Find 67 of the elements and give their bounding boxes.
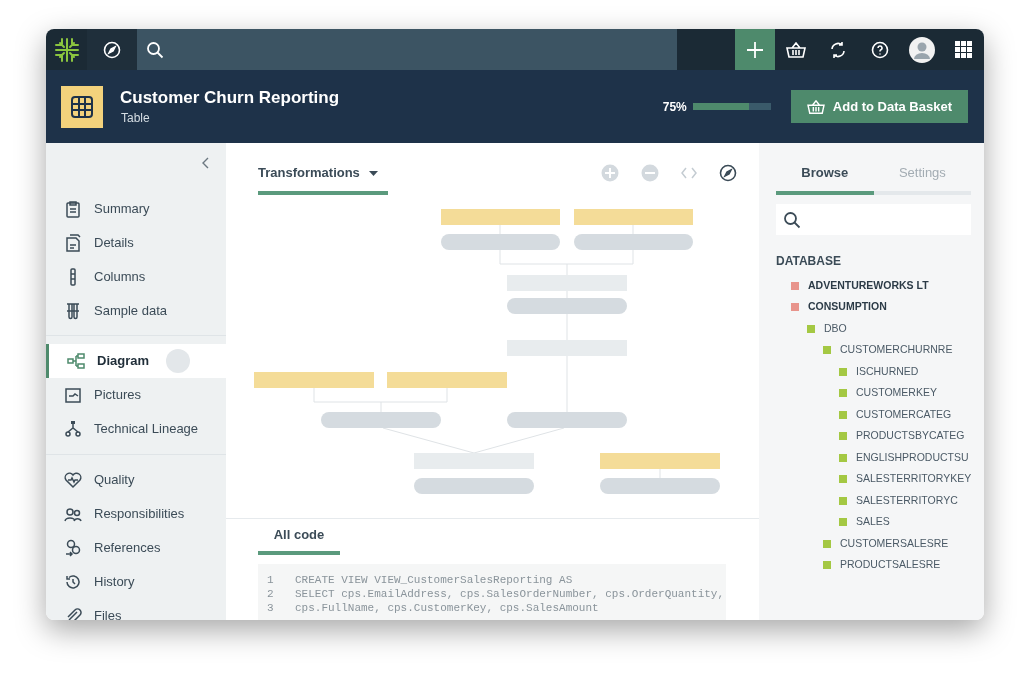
sidebar-item[interactable]: History (46, 565, 226, 599)
page-title: Customer Churn Reporting (120, 86, 340, 109)
collapse-chevron-icon[interactable] (202, 157, 210, 169)
completeness-value: 75% (662, 98, 687, 116)
sidebar-item[interactable]: Quality (46, 463, 226, 497)
section-heading: DATABASE (776, 253, 842, 269)
people-icon (64, 505, 82, 523)
sidebar-item[interactable]: Diagram (46, 344, 226, 378)
tree-item[interactable]: ADVENTUREWORKS LT (776, 275, 972, 297)
tree-item[interactable]: ENGLISHPRODUCTSU (776, 447, 972, 469)
line-number: 1 (267, 573, 275, 587)
caret-icon (368, 170, 378, 176)
document-icon (64, 234, 82, 252)
tree-item[interactable]: CUSTOMERSALESRE (776, 533, 972, 555)
sidebar-item[interactable]: Files (46, 599, 226, 620)
tree-item[interactable]: CUSTOMERCHURNRE (776, 339, 972, 361)
code-line: SELECT cps.EmailAddress, cps.SalesOrderNumber, cps.OrderQuantity, (295, 587, 725, 601)
history-icon (64, 573, 82, 591)
panel-tab[interactable]: Browse (776, 155, 874, 195)
sync-icon[interactable] (829, 40, 847, 59)
clipboard-icon (64, 200, 82, 218)
tree-item[interactable]: CUSTOMERCATEG (776, 404, 972, 426)
hierarchy-icon (64, 420, 82, 438)
sidebar-item[interactable]: Responsibilities (46, 497, 226, 531)
code-line: cps.FullName, cps.CustomerKey, cps.SalesAmount (295, 601, 599, 615)
add-to-basket-button[interactable]: Add to Data Basket (790, 90, 968, 123)
compass-icon[interactable] (719, 164, 737, 182)
all-code-tab[interactable]: All code (258, 519, 340, 555)
sidebar-item[interactable]: Pictures (46, 378, 226, 412)
links-icon (64, 539, 82, 557)
search-icon (783, 210, 801, 229)
tree-item[interactable]: PRODUCTSALESRE (776, 554, 972, 576)
tree-search-field[interactable] (776, 204, 972, 235)
page-subtitle: Table (121, 109, 151, 127)
apps-grid-icon[interactable] (954, 41, 972, 58)
sidebar-item[interactable]: Summary (46, 192, 226, 226)
line-number: 3 (267, 601, 275, 615)
sidebar-item[interactable]: Technical Lineage (46, 412, 226, 446)
tree-item[interactable]: DBO (776, 318, 972, 340)
search-field[interactable] (137, 29, 677, 70)
basket-icon (806, 98, 825, 115)
sidebar-item[interactable]: Sample data (46, 294, 226, 328)
diagram-icon (67, 352, 85, 370)
tree-item[interactable]: SALESTERRITORYC (776, 490, 972, 512)
sidebar-item[interactable]: Columns (46, 260, 226, 294)
help-icon[interactable] (871, 40, 889, 59)
sidebar-item[interactable]: Details (46, 226, 226, 260)
test-tubes-icon (64, 302, 82, 320)
table-type-icon (61, 85, 103, 128)
tree-item[interactable]: CUSTOMERKEY (776, 382, 972, 404)
plus-icon (746, 40, 764, 59)
heart-icon (64, 471, 82, 489)
code-line: CREATE VIEW VIEW_CustomerSalesReporting AS (295, 573, 573, 587)
tree-item[interactable]: SALES (776, 511, 972, 533)
tree-item[interactable]: PRODUCTSBYCATEG (776, 425, 972, 447)
picture-icon (64, 386, 82, 404)
line-number: 2 (267, 587, 275, 601)
logo-icon[interactable] (53, 36, 80, 63)
tree-item[interactable]: SALESTERRITORYKEY (776, 468, 972, 490)
add-button[interactable] (735, 29, 775, 70)
tree-item[interactable]: CONSUMPTION (776, 296, 972, 318)
sidebar-item[interactable]: References (46, 531, 226, 565)
view-dropdown-tab[interactable]: Transformations (258, 155, 388, 195)
basket-icon[interactable] (786, 40, 806, 59)
search-icon (146, 40, 164, 59)
avatar-icon[interactable] (909, 36, 935, 63)
tree-item[interactable]: ISCHURNED (776, 361, 972, 383)
